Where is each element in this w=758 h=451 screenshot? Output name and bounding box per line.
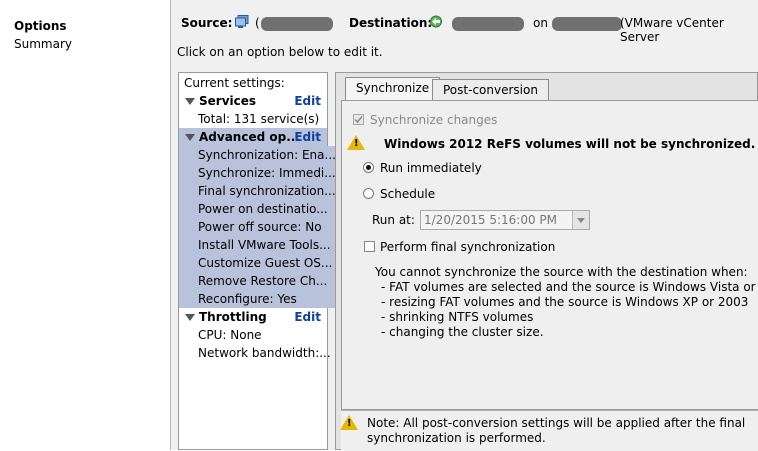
settings-item[interactable]: Remove Restore Ch... [179,272,346,290]
warning-icon: ! [340,415,358,430]
nav-item-options[interactable]: Options [14,19,67,33]
settings-title: Current settings: [184,76,285,90]
settings-item[interactable]: Total: 131 service(s) [179,110,346,128]
edit-link-services[interactable]: Edit [294,92,321,110]
schedule-radio[interactable] [363,188,374,199]
sync-changes-label: Synchronize changes [370,113,498,127]
settings-group-services[interactable]: Services Edit [179,92,327,110]
settings-item[interactable]: Final synchronization... [179,182,346,200]
collapse-icon[interactable] [185,314,195,321]
check-icon [354,116,363,124]
settings-item[interactable]: Synchronization: Ena... [179,146,346,164]
settings-item[interactable]: CPU: None [179,326,346,344]
settings-item[interactable]: Network bandwidth:... [179,344,346,362]
edit-link-throttling[interactable]: Edit [294,308,321,326]
header-bar: Source: ( Destination: on (VMware vCente… [171,0,758,44]
sync-changes-checkbox[interactable] [353,114,364,125]
collapse-icon[interactable] [185,98,195,105]
run-at-datetime-picker[interactable]: 1/20/2015 5:16:00 PM [420,210,590,230]
edit-link-advanced[interactable]: Edit [294,128,321,146]
settings-group-throttling[interactable]: Throttling Edit [179,308,327,326]
info-line: - FAT volumes are selected and the sourc… [381,280,758,294]
settings-item[interactable]: Customize Guest OS... [179,254,346,272]
destination-icon [430,15,442,28]
run-immediately-radio[interactable] [363,162,374,173]
run-at-value: 1/20/2015 5:16:00 PM [424,213,558,227]
settings-item[interactable]: Power on destinatio... [179,200,346,218]
settings-item[interactable]: Power off source: No [179,218,346,236]
refs-warning-text: Windows 2012 ReFS volumes will not be sy… [384,137,756,151]
note-line-2: synchronization is performed. [367,431,546,445]
tab-post-conversion[interactable]: Post-conversion [432,79,549,100]
run-at-label: Run at: [372,213,415,227]
warning-icon: ! [347,135,365,150]
left-nav: Options Summary [0,0,171,450]
info-line: - shrinking NTFS volumes [381,310,534,324]
note-line-1: Note: All post-conversion settings will … [367,416,746,430]
collapse-icon[interactable] [185,134,195,141]
settings-item[interactable]: Reconfigure: Yes [179,290,346,308]
info-line: - resizing FAT volumes and the source is… [381,295,749,309]
settings-item[interactable]: Install VMware Tools... [179,236,346,254]
source-vm-icon [235,15,249,28]
final-sync-label: Perform final synchronization [380,240,556,254]
destination-label: Destination: [349,16,433,30]
nav-item-summary[interactable]: Summary [14,37,72,51]
settings-item[interactable]: Synchronize: Immedi... [179,164,346,182]
destination-redaction-2 [552,17,622,31]
source-prefix: ( [255,16,260,30]
source-label: Source: [181,16,233,30]
run-immediately-label: Run immediately [380,161,482,175]
info-line: You cannot synchronize the source with t… [375,265,748,279]
info-line: - changing the cluster size. [381,325,544,339]
source-redaction [261,17,333,31]
settings-group-advanced[interactable]: Advanced op... Edit [179,128,327,146]
tab-synchronize[interactable]: Synchronize [345,77,441,101]
destination-redaction-1 [452,17,524,31]
chevron-down-icon[interactable] [572,211,589,229]
instruction-text: Click on an option below to edit it. [177,45,383,59]
current-settings-list: Current settings: Services Edit Total: 1… [178,72,346,450]
schedule-label: Schedule [380,187,436,201]
destination-suffix: (VMware vCenter Server [620,16,724,44]
destination-on-text: on [533,16,548,30]
final-sync-checkbox[interactable] [364,241,375,252]
